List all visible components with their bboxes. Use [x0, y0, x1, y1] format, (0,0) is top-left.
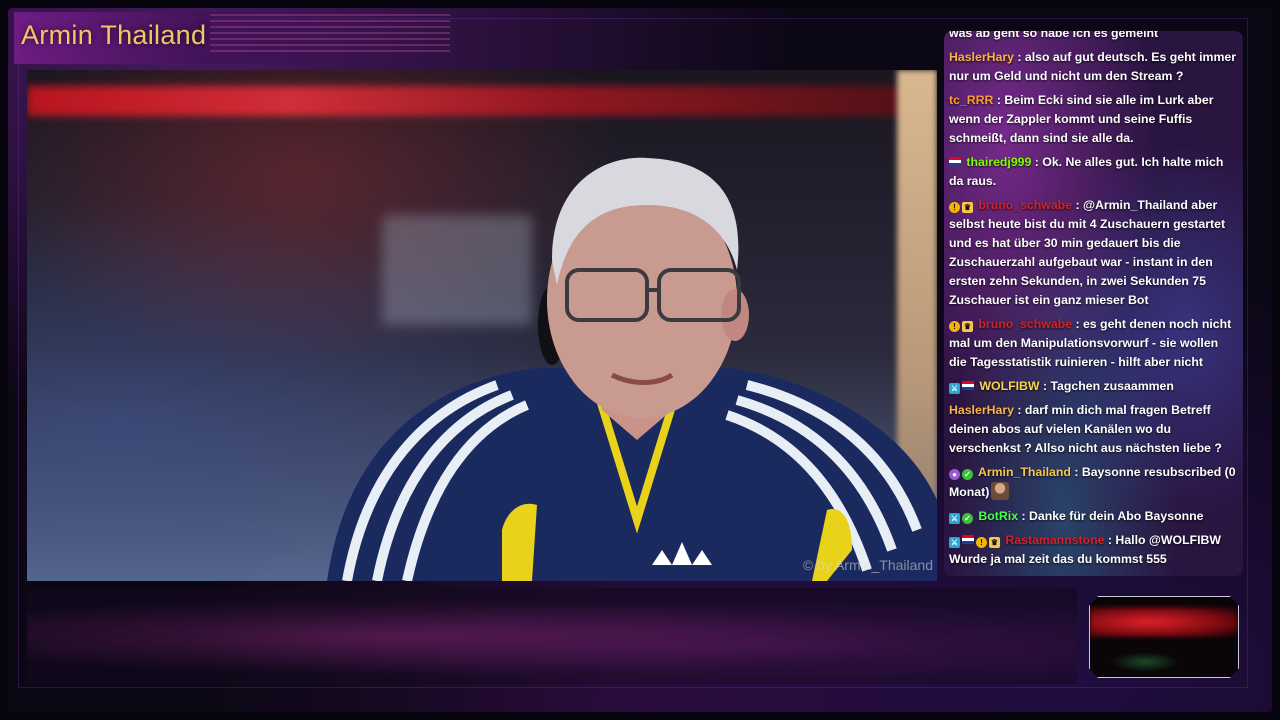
- chat-message: ! ♛ bruno_schwabe : es geht denen noch ni…: [944, 315, 1243, 372]
- chat-username[interactable]: Armin_Thailand: [975, 465, 1074, 479]
- chat-message: was ab geht so habe ich es gemeint: [944, 31, 1243, 43]
- video-watermark: © by Armin_Thailand: [802, 557, 933, 573]
- title-stripes: [210, 14, 450, 54]
- chat-messages: was ab geht so habe ich es gemeint Hasle…: [944, 31, 1243, 574]
- webcam-video[interactable]: © by Armin_Thailand: [27, 70, 937, 581]
- lower-decoration: [27, 588, 1077, 684]
- chat-message: ! ♛ bruno_schwabe : @Armin_Thailand aber …: [944, 196, 1243, 310]
- check-icon: ✓: [962, 513, 973, 524]
- chat-username[interactable]: tc_RRR: [949, 93, 997, 107]
- flag-icon: [962, 535, 974, 544]
- chat-username[interactable]: HaslerHary: [949, 50, 1017, 64]
- chat-message: ⚔ ✓ BotRix : Danke für dein Abo Baysonne: [944, 507, 1243, 526]
- crown-icon: ♛: [989, 537, 1000, 548]
- mod-icon: ⚔: [949, 537, 960, 548]
- chat-text: was ab geht so habe ich es gemeint: [949, 31, 1159, 40]
- mic-icon: ●: [949, 469, 960, 480]
- chat-message: ⚔ WOLFIBW : Tagchen zusaammen: [944, 377, 1243, 396]
- secondary-camera-red-light: [1090, 607, 1238, 637]
- chat-text: : @Armin_Thailand aber selbst heute bist…: [949, 198, 1226, 307]
- chat-message: ⚔! ♛ Rastamannstone : Hallo @WOLFIBW Wurd…: [944, 531, 1243, 569]
- chat-username[interactable]: HaslerHary: [949, 403, 1017, 417]
- flag-icon: [962, 381, 974, 390]
- chat-text: : Tagchen zusaammen: [1042, 379, 1174, 393]
- chat-message: ● ✓ Armin_Thailand : Baysonne resubscribe…: [944, 463, 1243, 502]
- vip-icon: !: [949, 202, 960, 213]
- stream-title: Armin Thailand: [21, 20, 207, 50]
- chat-message: thairedj999 : Ok. Ne alles gut. Ich halt…: [944, 153, 1243, 191]
- chat-text: : Danke für dein Abo Baysonne: [1021, 509, 1204, 523]
- flag-icon: [949, 157, 961, 166]
- chat-username[interactable]: bruno_schwabe: [975, 317, 1075, 331]
- chat-message: tc_RRR : Beim Ecki sind sie alle im Lurk…: [944, 91, 1243, 148]
- chat-username[interactable]: Rastamannstone: [1002, 533, 1108, 547]
- mod-icon: ⚔: [949, 383, 960, 394]
- chat-username[interactable]: BotRix: [975, 509, 1021, 523]
- chat-username[interactable]: thairedj999: [963, 155, 1035, 169]
- secondary-camera[interactable]: [1089, 596, 1239, 678]
- chat-emote-icon: [991, 482, 1010, 500]
- crown-icon: ♛: [962, 202, 973, 213]
- streamer-figure: [327, 157, 937, 581]
- check-icon: ✓: [962, 469, 973, 480]
- mod-icon: ⚔: [949, 513, 960, 524]
- secondary-camera-green-light: [1110, 652, 1180, 672]
- crown-icon: ♛: [962, 321, 973, 332]
- chat-username[interactable]: bruno_schwabe: [975, 198, 1075, 212]
- vip-icon: !: [976, 537, 987, 548]
- chat-message: HaslerHary : also auf gut deutsch. Es ge…: [944, 48, 1243, 86]
- chat-message: HaslerHary : darf min dich mal fragen Be…: [944, 401, 1243, 458]
- vip-icon: !: [949, 321, 960, 332]
- chat-username[interactable]: WOLFIBW: [976, 379, 1043, 393]
- chat-panel[interactable]: was ab geht so habe ich es gemeint Hasle…: [944, 31, 1243, 576]
